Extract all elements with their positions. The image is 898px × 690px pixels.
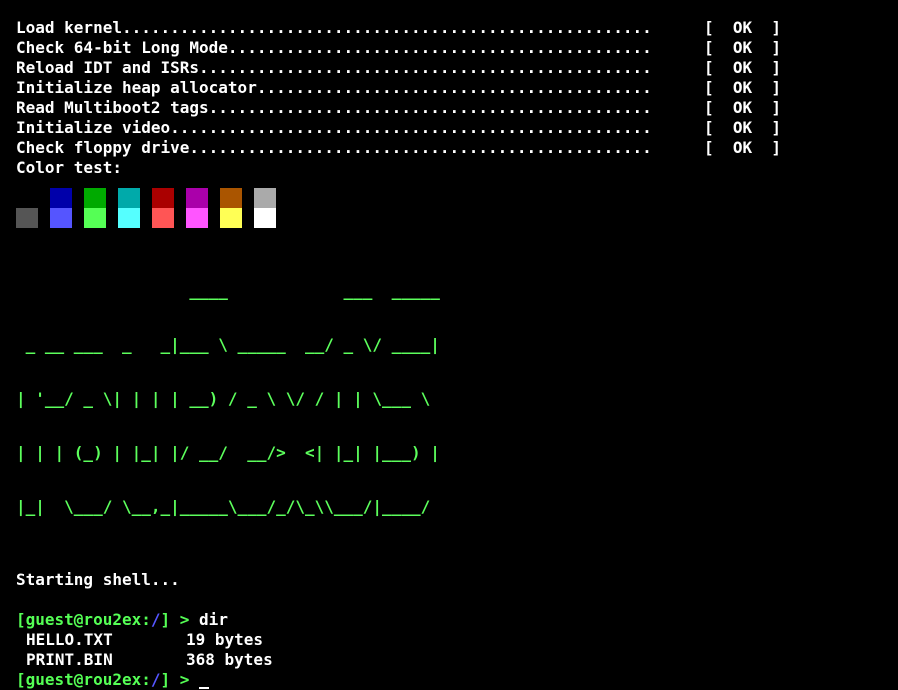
color-palette [16, 188, 886, 228]
boot-check-label: Check floppy drive......................… [16, 138, 652, 157]
color-swatch [186, 208, 208, 228]
terminal-screen: Load kernel.............................… [16, 18, 886, 690]
color-swatch [16, 188, 38, 208]
color-swatch [186, 188, 208, 208]
boot-check-status: [ OK ] [704, 38, 782, 57]
logo-line: | | | (_) | |_| |/ __/ __/> <| |_| |___)… [16, 443, 440, 462]
prompt-path: / [150, 610, 161, 629]
file-size: 19 bytes [186, 630, 264, 649]
prompt-end: ] > [160, 670, 190, 689]
color-swatch [118, 208, 140, 228]
boot-check-row: Check floppy drive......................… [16, 138, 886, 158]
color-swatch [50, 188, 72, 208]
prompt-end: ] > [160, 610, 190, 629]
logo-line: |_| \___/ \__,_|_____\___/_/\_\\___/|___… [16, 497, 431, 516]
command-text: dir [199, 610, 228, 629]
boot-check-row: Initialize heap allocator...............… [16, 78, 886, 98]
boot-check-status: [ OK ] [704, 58, 782, 77]
prompt-path: / [150, 670, 161, 689]
file-name: HELLO.TXT [26, 630, 113, 649]
boot-check-label: Load kernel.............................… [16, 18, 652, 37]
color-swatch [118, 188, 140, 208]
boot-check-row: Reload IDT and ISRs.....................… [16, 58, 886, 78]
prompt-user: [guest@rou2ex: [16, 610, 151, 629]
prompt-line-active[interactable]: [guest@rou2ex:/] > [16, 670, 886, 690]
boot-check-list: Load kernel.............................… [16, 18, 886, 158]
file-list-row: HELLO.TXT 19 bytes [16, 630, 886, 650]
prompt-line: [guest@rou2ex:/] > dir [16, 610, 886, 630]
starting-shell-text: Starting shell... [16, 570, 180, 589]
color-swatch [220, 208, 242, 228]
boot-check-status: [ OK ] [704, 18, 782, 37]
logo-line: _ __ ___ _ _|___ \ _____ __/ _ \/ ____| [16, 335, 440, 354]
os-logo-ascii: ____ ___ _____ _ __ ___ _ _|___ \ _____ … [16, 246, 886, 552]
file-size: 368 bytes [186, 650, 273, 669]
boot-check-row: Read Multiboot2 tags....................… [16, 98, 886, 118]
boot-check-row: Initialize video........................… [16, 118, 886, 138]
boot-check-label: Initialize video........................… [16, 118, 652, 137]
boot-check-status: [ OK ] [704, 118, 782, 137]
file-list-row: PRINT.BIN 368 bytes [16, 650, 886, 670]
boot-check-row: Load kernel.............................… [16, 18, 886, 38]
boot-check-row: Check 64-bit Long Mode..................… [16, 38, 886, 58]
boot-check-label: Reload IDT and ISRs.....................… [16, 58, 652, 77]
color-swatch [254, 208, 276, 228]
color-swatch [16, 208, 38, 228]
logo-line: | '__/ _ \| | | | __) / _ \ \/ / | | \__… [16, 389, 431, 408]
prompt-user: [guest@rou2ex: [16, 670, 151, 689]
boot-check-status: [ OK ] [704, 78, 782, 97]
boot-check-status: [ OK ] [704, 98, 782, 117]
boot-check-label: Initialize heap allocator...............… [16, 78, 652, 97]
logo-line: ____ ___ _____ [16, 281, 440, 300]
color-swatch [152, 208, 174, 228]
file-name: PRINT.BIN [26, 650, 113, 669]
color-swatch [50, 208, 72, 228]
color-swatch [254, 188, 276, 208]
boot-check-label: Read Multiboot2 tags....................… [16, 98, 652, 117]
color-swatch [152, 188, 174, 208]
color-swatch [220, 188, 242, 208]
color-swatch [84, 208, 106, 228]
boot-check-status: [ OK ] [704, 138, 782, 157]
color-test-label: Color test: [16, 158, 122, 177]
color-swatch [84, 188, 106, 208]
boot-check-label: Check 64-bit Long Mode..................… [16, 38, 652, 57]
text-cursor [199, 687, 210, 689]
